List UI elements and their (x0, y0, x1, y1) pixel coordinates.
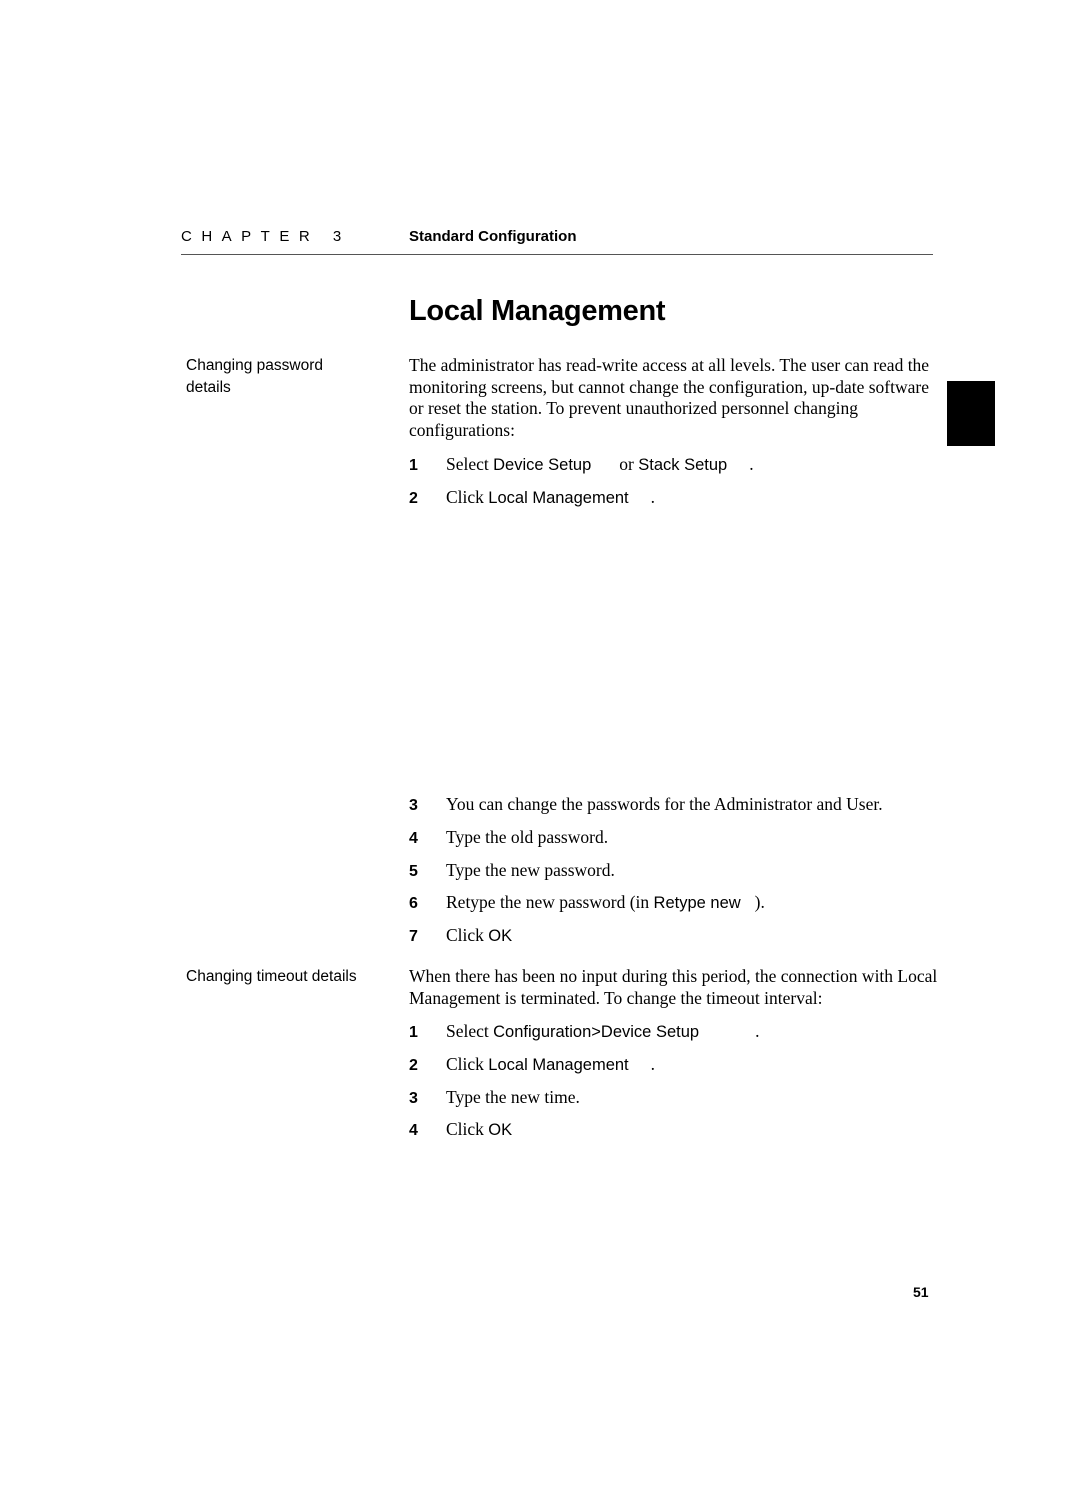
password-step-6: 6 Retype the new password (in Retype new)… (409, 890, 765, 914)
step-text: ). (754, 892, 765, 912)
password-step-5: 5 Type the new password. (409, 858, 615, 882)
step-number: 6 (409, 895, 418, 912)
password-step-1: 1 Select Device Setup or Stack Setup. (409, 452, 754, 476)
step-text: . (749, 454, 754, 474)
step-text: Select (446, 1021, 494, 1041)
password-step-4: 4 Type the old password. (409, 825, 608, 849)
chapter-title: Standard Configuration (409, 228, 577, 245)
ok-button-reference: OK (488, 927, 513, 945)
step-number: 1 (409, 457, 418, 474)
menu-item-stack-setup: Stack Setup (638, 456, 728, 474)
step-number: 4 (409, 1122, 418, 1139)
step-text: Type the new time. (446, 1087, 580, 1107)
tab-local-management: Local Management (488, 489, 629, 507)
timeout-step-3: 3 Type the new time. (409, 1085, 580, 1109)
step-text: Click (446, 925, 489, 945)
step-text: Retype the new password (in (446, 892, 654, 912)
header-divider (181, 254, 933, 255)
step-text: Click (446, 487, 489, 507)
step-text: Type the old password. (446, 827, 609, 847)
step-number: 1 (409, 1024, 418, 1041)
password-step-3: 3 You can change the passwords for the Ad… (409, 792, 883, 816)
step-number: 3 (409, 797, 418, 814)
step-text: You can change the passwords for the Adm… (446, 794, 883, 814)
step-text: . (755, 1021, 760, 1041)
step-number: 4 (409, 830, 418, 847)
timeout-intro-paragraph: When there has been no input during this… (409, 966, 938, 1008)
side-label-password: Changing password details (186, 357, 324, 396)
chapter-thumb-tab (947, 381, 995, 446)
timeout-step-4: 4 Click OK (409, 1117, 512, 1141)
ok-button-reference: OK (488, 1121, 513, 1139)
step-number: 2 (409, 1057, 418, 1074)
step-text: Type the new password. (446, 860, 615, 880)
page-title: Local Management (409, 295, 666, 327)
step-number: 2 (409, 490, 418, 507)
password-step-2: 2 Click Local Management. (409, 485, 655, 509)
chapter-label: CHAPTER 3 (181, 228, 351, 245)
timeout-step-2: 2 Click Local Management. (409, 1052, 655, 1076)
page-number: 51 (913, 1284, 929, 1300)
menu-item-device-setup: Device Setup (493, 456, 592, 474)
step-text: Click (446, 1054, 489, 1074)
password-step-7: 7 Click OK (409, 923, 512, 947)
step-text: or (619, 454, 639, 474)
menu-path-configuration-device-setup: Configuration>Device Setup (493, 1023, 700, 1041)
step-text: . (650, 487, 656, 507)
side-label-timeout: Changing timeout details (186, 968, 357, 985)
step-number: 3 (409, 1090, 418, 1107)
password-intro-paragraph: The administrator has read-write access … (409, 355, 930, 440)
field-retype-new: Retype new (653, 894, 741, 912)
step-text: Select (446, 454, 494, 474)
step-number: 5 (409, 863, 418, 880)
timeout-step-1: 1 Select Configuration>Device Setup. (409, 1019, 759, 1043)
step-number: 7 (409, 928, 418, 945)
tab-local-management: Local Management (488, 1056, 629, 1074)
step-text: . (650, 1054, 656, 1074)
step-text: Click (446, 1119, 489, 1139)
